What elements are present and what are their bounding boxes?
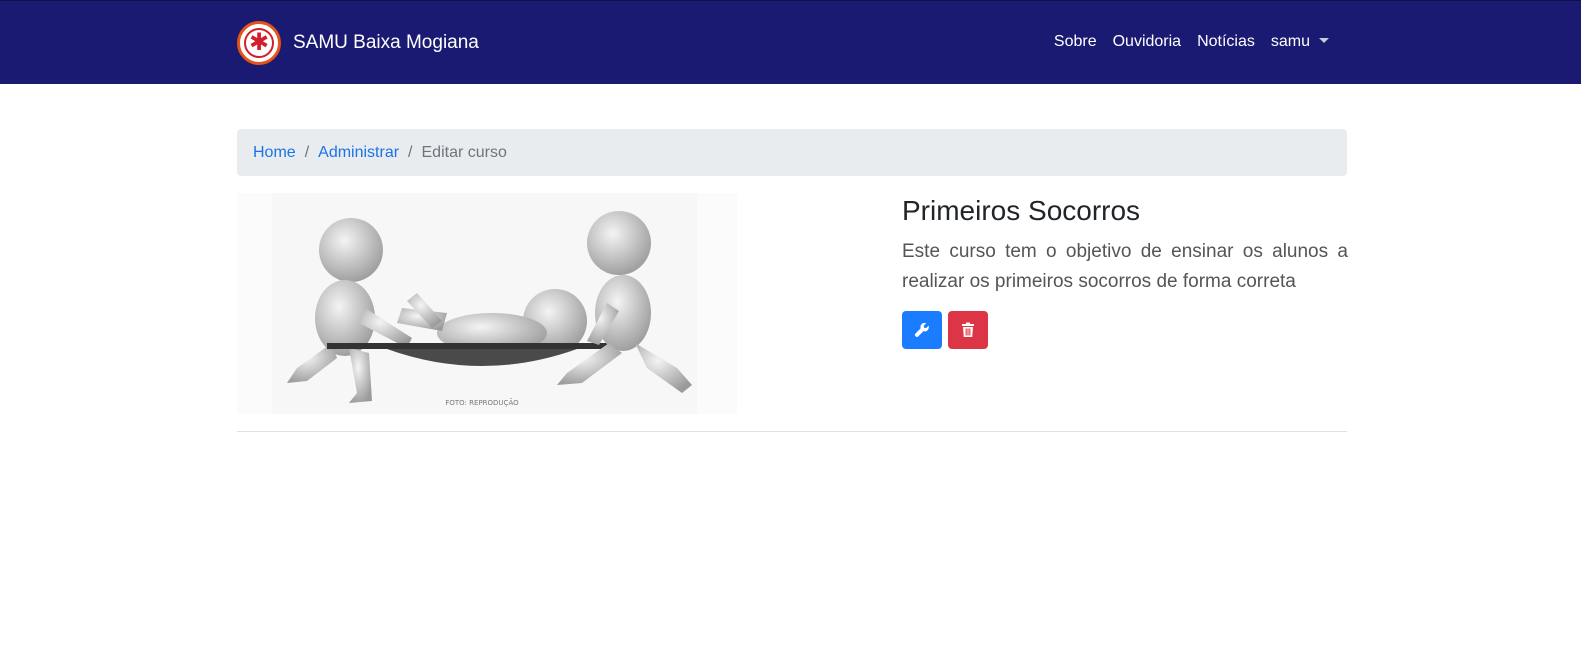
brand-link[interactable]: ✱ SAMU Baixa Mogiana bbox=[237, 21, 479, 65]
breadcrumb: Home / Administrar / Editar curso bbox=[237, 129, 1347, 176]
wrench-icon bbox=[914, 322, 929, 337]
course-image: FOTO: REPRODUÇÃO bbox=[237, 193, 737, 414]
edit-course-button[interactable] bbox=[902, 311, 942, 349]
nav-link-sobre[interactable]: Sobre bbox=[1054, 33, 1097, 51]
nav-link-ouvidoria[interactable]: Ouvidoria bbox=[1113, 33, 1181, 51]
breadcrumb-current: Editar curso bbox=[421, 143, 507, 161]
section-divider bbox=[237, 431, 1347, 432]
course-title: Primeiros Socorros bbox=[902, 195, 1141, 226]
course-actions bbox=[902, 311, 988, 349]
breadcrumb-separator: / bbox=[304, 143, 310, 161]
user-menu-dropdown[interactable]: samu bbox=[1271, 33, 1329, 51]
breadcrumb-separator: / bbox=[408, 143, 413, 161]
user-menu-label: samu bbox=[1270, 33, 1310, 50]
trash-icon bbox=[962, 322, 974, 337]
chevron-down-icon bbox=[1319, 38, 1329, 43]
stretcher-illustration: FOTO: REPRODUÇÃO bbox=[272, 193, 697, 414]
top-navbar: ✱ SAMU Baixa Mogiana Sobre Ouvidoria Not… bbox=[0, 0, 1581, 84]
brand-name: SAMU Baixa Mogiana bbox=[293, 32, 479, 53]
course-description: Este curso tem o objetivo de ensinar os … bbox=[902, 241, 1348, 292]
nav-link-noticias[interactable]: Notícias bbox=[1197, 33, 1255, 51]
image-caption: FOTO: REPRODUÇÃO bbox=[445, 398, 519, 407]
samu-logo-icon: ✱ bbox=[237, 21, 281, 65]
nav-menu: Sobre Ouvidoria Notícias samu bbox=[1038, 33, 1329, 51]
delete-course-button[interactable] bbox=[948, 311, 988, 349]
breadcrumb-home[interactable]: Home bbox=[253, 144, 296, 162]
breadcrumb-administrar[interactable]: Administrar bbox=[318, 144, 399, 162]
